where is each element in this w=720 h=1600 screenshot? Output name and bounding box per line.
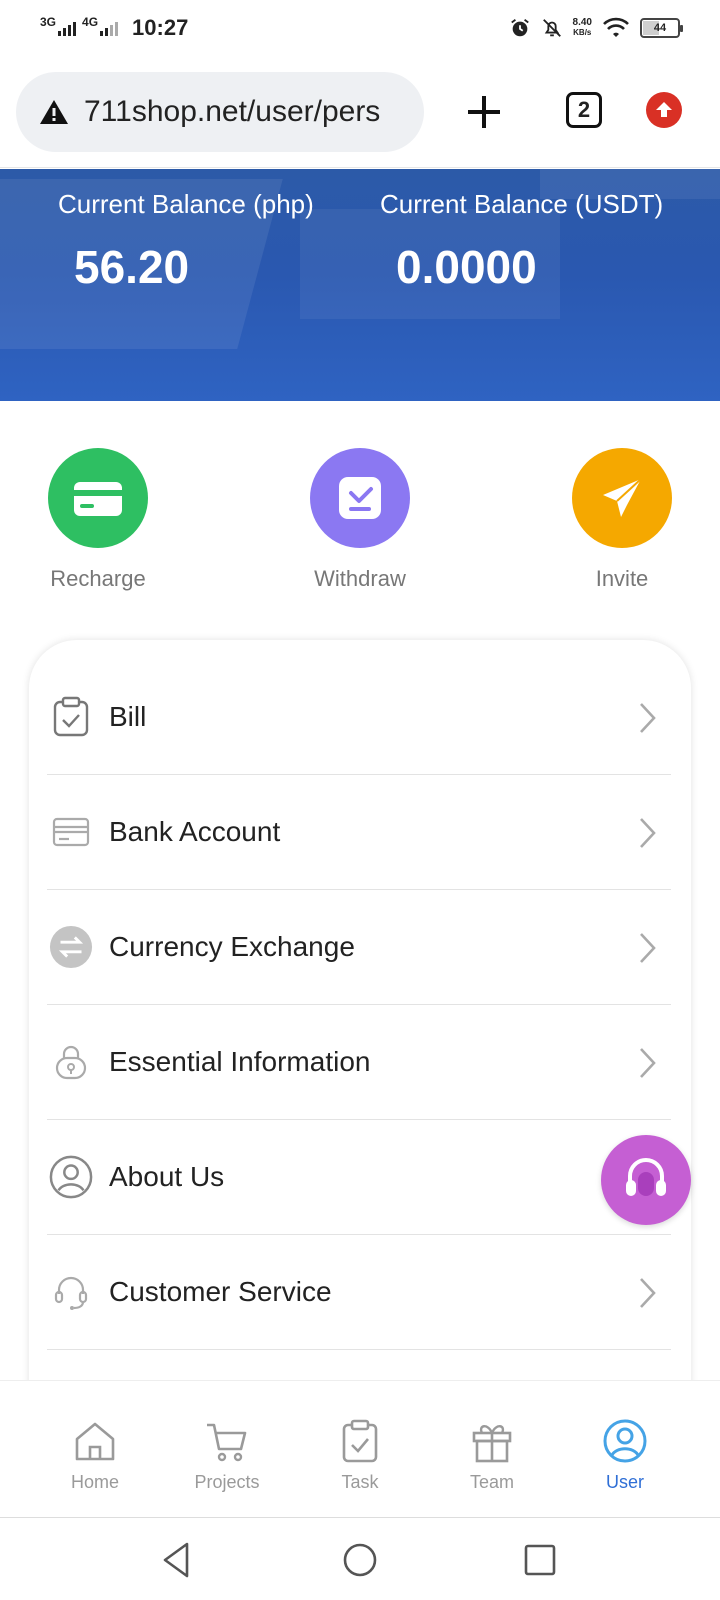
menu-label-essential-information: Essential Information xyxy=(109,1046,371,1077)
invite-button[interactable]: Invite xyxy=(552,448,692,592)
new-tab-plus-icon[interactable] xyxy=(462,90,506,134)
balance-usdt: Current Balance (USDT) 0.0000 xyxy=(380,189,663,294)
nav-task[interactable]: Task xyxy=(310,1419,410,1493)
nav-label-team: Team xyxy=(469,1472,514,1492)
recharge-label: Recharge xyxy=(50,566,146,591)
withdraw-circle[interactable] xyxy=(310,448,410,548)
status-right: 8.40 KB/s 44 xyxy=(509,17,683,39)
menu-label-customer-service: Customer Service xyxy=(109,1276,332,1307)
status-left: 3G 4G 10:27 xyxy=(40,15,188,41)
url-text[interactable]: 711shop.net/user/pers xyxy=(84,95,380,129)
nav-label-home: Home xyxy=(70,1472,119,1492)
withdraw-label: Withdraw xyxy=(314,566,406,591)
speed-value: 8.40 xyxy=(572,17,592,28)
status-bar: 3G 4G 10:27 8.40 KB/s 44 xyxy=(0,0,720,56)
signal-icon xyxy=(100,20,119,36)
chevron-right-icon xyxy=(640,818,656,848)
network-label-4g: 4G xyxy=(82,15,99,29)
balance-php: Current Balance (php) 56.20 xyxy=(58,189,314,294)
speed-unit: KB/s xyxy=(573,28,592,37)
nav-projects[interactable]: Projects xyxy=(177,1419,277,1493)
exchange-icon xyxy=(49,925,93,969)
menu-item-essential-information[interactable]: Essential Information xyxy=(47,1005,671,1120)
wifi-icon xyxy=(603,17,629,37)
back-icon[interactable] xyxy=(155,1538,199,1582)
bank-card-icon xyxy=(49,810,93,854)
signal-icon xyxy=(58,20,77,36)
nav-home[interactable]: Home xyxy=(45,1419,145,1493)
balance-usdt-value: 0.0000 xyxy=(396,241,537,293)
clipboard-check-icon xyxy=(342,1419,378,1463)
quick-actions: Recharge Withdraw Invite xyxy=(0,448,720,608)
chevron-right-icon xyxy=(640,933,656,963)
paper-plane-icon xyxy=(603,478,642,517)
update-button[interactable] xyxy=(646,92,682,128)
user-icon xyxy=(603,1419,647,1463)
warning-icon[interactable] xyxy=(38,98,70,126)
battery-icon: 44 xyxy=(640,18,683,38)
headset-icon xyxy=(626,1158,666,1196)
menu-item-customer-service[interactable]: Customer Service xyxy=(47,1235,671,1350)
tab-count: 2 xyxy=(577,97,591,122)
menu-item-currency-exchange[interactable]: Currency Exchange xyxy=(47,890,671,1005)
menu-label-about-us: About Us xyxy=(109,1161,225,1192)
network-3g: 3G xyxy=(40,16,77,36)
menu-item-about-us[interactable]: About Us xyxy=(47,1120,671,1235)
address-bar[interactable]: 711shop.net/user/pers xyxy=(16,71,424,152)
invite-label: Invite xyxy=(595,566,649,591)
nav-team[interactable]: Team xyxy=(442,1419,542,1493)
nav-label-user: User xyxy=(605,1472,644,1492)
menu-label-bank-account: Bank Account xyxy=(109,816,281,847)
balance-usdt-label: Current Balance (USDT) xyxy=(380,189,664,219)
chevron-right-icon xyxy=(640,1278,656,1308)
invite-circle[interactable] xyxy=(572,448,672,548)
withdraw-button[interactable]: Withdraw xyxy=(290,448,430,592)
gift-icon xyxy=(472,1425,512,1463)
clipboard-icon xyxy=(49,695,93,739)
network-4g: 4G xyxy=(82,16,119,36)
arrow-up-icon xyxy=(656,102,672,117)
menu-item-bill[interactable]: Bill xyxy=(47,660,671,775)
home-icon xyxy=(75,1422,115,1461)
network-label-3g: 3G xyxy=(40,15,57,29)
system-navigation-bar xyxy=(0,1517,720,1600)
recents-icon[interactable] xyxy=(518,1538,562,1582)
clock: 10:27 xyxy=(132,15,189,40)
browser-toolbar: 711shop.net/user/pers 2 xyxy=(0,56,720,168)
menu-item-bank-account[interactable]: Bank Account xyxy=(47,775,671,890)
network-speed: 8.40 KB/s xyxy=(573,18,592,38)
headset-icon xyxy=(49,1270,93,1314)
recharge-circle[interactable] xyxy=(48,448,148,548)
bell-off-icon xyxy=(542,19,561,37)
floating-support-button[interactable] xyxy=(601,1135,691,1225)
nav-label-task: Task xyxy=(341,1472,379,1492)
menu-label-currency-exchange: Currency Exchange xyxy=(109,931,355,962)
bottom-navigation: Home Projects Task Team User xyxy=(0,1380,720,1516)
nav-user[interactable]: User xyxy=(575,1419,675,1493)
recharge-button[interactable]: Recharge xyxy=(28,448,168,592)
tab-switcher-button[interactable]: 2 xyxy=(566,92,602,128)
cart-icon xyxy=(207,1423,247,1462)
card-icon xyxy=(74,482,122,516)
balance-php-label: Current Balance (php) xyxy=(58,189,314,219)
home-circle-icon[interactable] xyxy=(338,1538,382,1582)
menu-label-bill: Bill xyxy=(109,701,147,732)
lock-icon xyxy=(49,1040,93,1084)
chevron-right-icon xyxy=(640,1048,656,1078)
nav-label-projects: Projects xyxy=(194,1472,260,1492)
balance-banner: Current Balance (php) 56.20 Current Bala… xyxy=(0,169,720,401)
battery-level: 44 xyxy=(653,22,667,34)
menu-card: Bill Bank Account Currency Exchange Esse… xyxy=(29,640,691,1400)
balance-php-value: 56.20 xyxy=(74,241,190,293)
withdraw-icon xyxy=(339,477,381,519)
user-circle-icon xyxy=(49,1155,93,1199)
chevron-right-icon xyxy=(640,703,656,733)
alarm-icon xyxy=(510,19,529,37)
